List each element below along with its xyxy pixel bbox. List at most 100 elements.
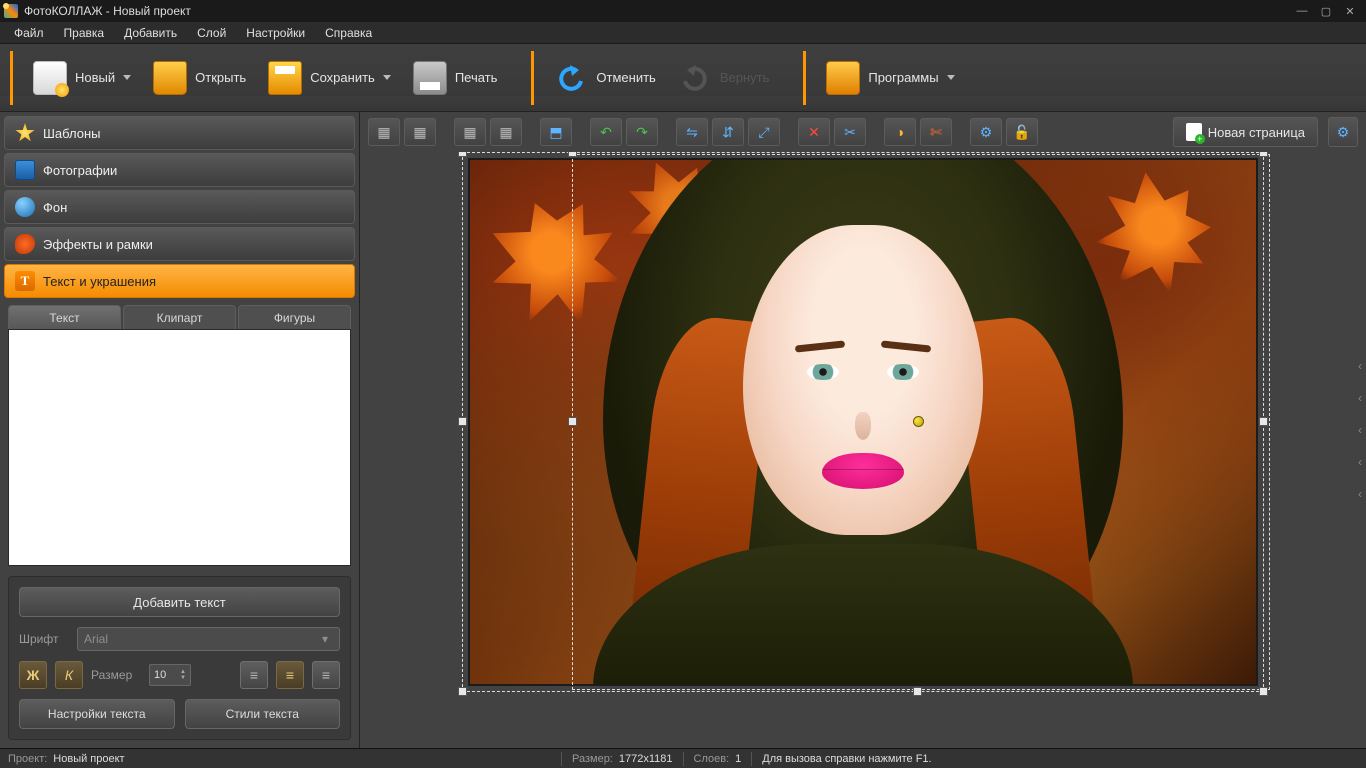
flip-h-button[interactable]: ⇋ <box>676 118 708 146</box>
chevron-left-icon[interactable]: ‹ <box>1354 391 1366 405</box>
main-toolbar: Новый Открыть Сохранить Печать Отменить … <box>0 44 1366 112</box>
add-text-button[interactable]: Добавить текст <box>19 587 340 617</box>
accordion-templates[interactable]: Шаблоны <box>4 116 355 150</box>
canvas-area: ▦ ▦ ▦ ▦ ⬒ ↶ ↷ ⇋ ⇵ ⤢ ✕ ✂ ◑ ✄ ⚙ 🔓 + Нов <box>360 112 1366 748</box>
accordion-templates-label: Шаблоны <box>43 126 101 141</box>
text-settings-button[interactable]: Настройки текста <box>19 699 175 729</box>
rotation-handle[interactable] <box>913 416 924 427</box>
palette-icon <box>15 234 35 254</box>
accordion-background-label: Фон <box>43 200 67 215</box>
scissors-button[interactable]: ✄ <box>920 118 952 146</box>
new-page-button[interactable]: + Новая страница <box>1173 117 1318 147</box>
accordion-photos-label: Фотографии <box>43 163 117 178</box>
picture-icon <box>15 160 35 180</box>
layer-down-button[interactable]: ▦ <box>490 118 522 146</box>
handle-nw[interactable] <box>458 152 467 157</box>
save-label: Сохранить <box>310 70 375 85</box>
print-button[interactable]: Печать <box>405 57 506 99</box>
handle-s[interactable] <box>913 687 922 696</box>
lock-button[interactable]: 🔓 <box>1006 118 1038 146</box>
crop-button[interactable]: ✂ <box>834 118 866 146</box>
menu-edit[interactable]: Правка <box>54 23 115 43</box>
size-label: Размер <box>91 668 141 682</box>
menu-help[interactable]: Справка <box>315 23 382 43</box>
chevron-left-icon[interactable]: ‹ <box>1354 423 1366 437</box>
status-size-label: Размер: <box>572 753 613 765</box>
accordion-effects[interactable]: Эффекты и рамки <box>4 227 355 261</box>
status-project-value: Новый проект <box>53 753 124 765</box>
text-controls: Добавить текст Шрифт Arial ▾ Ж К Размер … <box>8 576 351 740</box>
open-button[interactable]: Открыть <box>145 57 254 99</box>
chevron-left-icon[interactable]: ‹ <box>1354 487 1366 501</box>
handle-n[interactable] <box>568 152 577 157</box>
flip-v-button[interactable]: ⇵ <box>712 118 744 146</box>
chevron-left-icon[interactable]: ‹ <box>1354 359 1366 373</box>
programs-button[interactable]: Программы <box>818 57 962 99</box>
delete-button[interactable]: ✕ <box>798 118 830 146</box>
side-tabs[interactable]: ‹ ‹ ‹ ‹ ‹ <box>1354 359 1366 501</box>
menubar: Файл Правка Добавить Слой Настройки Спра… <box>0 22 1366 44</box>
accordion-text-decor[interactable]: T Текст и украшения <box>4 264 355 298</box>
page-plus-icon: + <box>1186 123 1202 141</box>
align-button[interactable]: ⬒ <box>540 118 572 146</box>
handle-ne[interactable] <box>1259 152 1268 157</box>
page-settings-button[interactable]: ⚙ <box>1328 117 1358 147</box>
font-label: Шрифт <box>19 632 69 646</box>
programs-label: Программы <box>868 70 938 85</box>
canvas[interactable] <box>468 158 1258 686</box>
status-layers-label: Слоев: <box>694 753 730 765</box>
undo-icon <box>554 61 588 95</box>
chevron-down-icon <box>123 75 131 80</box>
chevron-left-icon[interactable]: ‹ <box>1354 455 1366 469</box>
accordion-photos[interactable]: Фотографии <box>4 153 355 187</box>
font-select[interactable]: Arial ▾ <box>77 627 340 651</box>
new-button[interactable]: Новый <box>25 57 139 99</box>
size-input[interactable]: 10▲▼ <box>149 664 191 686</box>
send-back-button[interactable]: ▦ <box>404 118 436 146</box>
box-icon <box>826 61 860 95</box>
menu-add[interactable]: Добавить <box>114 23 187 43</box>
layer-up-button[interactable]: ▦ <box>454 118 486 146</box>
accordion-background[interactable]: Фон <box>4 190 355 224</box>
italic-button[interactable]: К <box>55 661 83 689</box>
tab-text[interactable]: Текст <box>8 305 121 329</box>
open-label: Открыть <box>195 70 246 85</box>
menu-layer[interactable]: Слой <box>187 23 236 43</box>
bold-button[interactable]: Ж <box>19 661 47 689</box>
menu-settings[interactable]: Настройки <box>236 23 315 43</box>
handle-se[interactable] <box>1259 687 1268 696</box>
handle-e[interactable] <box>1259 417 1268 426</box>
status-bar: Проект: Новый проект Размер: 1772x1181 С… <box>0 748 1366 768</box>
undo-button[interactable]: Отменить <box>546 57 663 99</box>
color-button[interactable]: ◑ <box>884 118 916 146</box>
globe-icon <box>15 197 35 217</box>
align-right-button[interactable]: ≡ <box>312 661 340 689</box>
handle-inner-w[interactable] <box>568 417 577 426</box>
status-project-label: Проект: <box>8 753 47 765</box>
minimize-button[interactable]: — <box>1290 3 1314 19</box>
print-label: Печать <box>455 70 498 85</box>
rotate-right-button[interactable]: ↷ <box>626 118 658 146</box>
redo-icon <box>678 61 712 95</box>
align-center-button[interactable]: ≡ <box>276 661 304 689</box>
tab-shapes[interactable]: Фигуры <box>238 305 351 329</box>
handle-w[interactable] <box>458 417 467 426</box>
settings-button[interactable]: ⚙ <box>970 118 1002 146</box>
align-left-button[interactable]: ≡ <box>240 661 268 689</box>
redo-label: Вернуть <box>720 70 770 85</box>
menu-file[interactable]: Файл <box>4 23 54 43</box>
save-button[interactable]: Сохранить <box>260 57 399 99</box>
maximize-button[interactable]: ▢ <box>1314 3 1338 19</box>
viewport[interactable] <box>360 152 1366 748</box>
new-label: Новый <box>75 70 115 85</box>
text-styles-button[interactable]: Стили текста <box>185 699 341 729</box>
close-button[interactable]: ✕ <box>1338 3 1362 19</box>
rotate-left-button[interactable]: ↶ <box>590 118 622 146</box>
chevron-down-icon: ▾ <box>317 632 333 646</box>
chevron-down-icon <box>947 75 955 80</box>
tab-clipart[interactable]: Клипарт <box>123 305 236 329</box>
redo-button[interactable]: Вернуть <box>670 57 778 99</box>
handle-sw[interactable] <box>458 687 467 696</box>
fit-button[interactable]: ⤢ <box>748 118 780 146</box>
bring-front-button[interactable]: ▦ <box>368 118 400 146</box>
